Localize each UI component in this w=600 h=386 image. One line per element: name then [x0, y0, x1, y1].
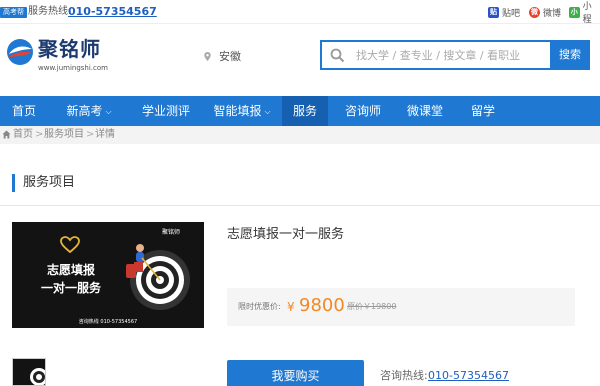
main-nav: 首页 新高考 ⌵ 学业测评 智能填报 ⌵ 服务 咨询师 微课堂 留学 [0, 96, 600, 126]
social-label-mini-program: 小程 [582, 2, 592, 25]
hotline-label: 服务热线: [28, 6, 72, 17]
nav-item-service[interactable]: 服务 [282, 96, 328, 126]
nav-item-micro-class[interactable]: 微课堂 [396, 96, 454, 126]
tieba-icon: 贴 [488, 6, 499, 18]
nav-item-label: 学业测评 [141, 104, 190, 118]
nav-item-label: 微课堂 [406, 104, 443, 118]
nav-item-label: 首页 [11, 104, 36, 118]
nav-item-assessment[interactable]: 学业测评 [130, 96, 202, 126]
site-logo[interactable]: 聚铭师 www.jumingshi.com [6, 34, 116, 84]
breadcrumb-current: 详情 [95, 129, 115, 140]
target-icon [126, 244, 190, 310]
nav-item-new-gaokao[interactable]: 新高考 ⌵ [48, 96, 130, 126]
target-icon [30, 368, 45, 385]
section-title: 服务项目 [12, 174, 75, 192]
nav-item-label: 留学 [470, 104, 495, 118]
location-pin-icon [204, 51, 211, 61]
top-bar: 高考帮 服务热线: 010-57354567 贴 贴吧 微 微博 小 小程 [0, 0, 600, 25]
logo-url: www.jumingshi.com [38, 64, 108, 72]
section-divider [0, 205, 600, 206]
breadcrumb-services[interactable]: 服务项目 [44, 126, 84, 144]
search-icon [330, 48, 345, 63]
breadcrumb-separator: > [86, 129, 95, 140]
social-link-tieba[interactable]: 贴 贴吧 [488, 5, 520, 19]
search-bar: 搜索 [320, 40, 590, 70]
original-price: 原价￥19800 [347, 302, 397, 311]
price-currency: ¥ [287, 300, 295, 314]
search-button[interactable]: 搜索 [550, 40, 590, 70]
chevron-down-icon: ⌵ [264, 107, 271, 116]
product-image-footer: 咨询热线 010-57354567 [78, 319, 138, 325]
heart-icon [60, 236, 80, 254]
breadcrumb: 首页 > 服务项目 > 详情 [0, 126, 600, 144]
nav-item-label: 智能填报 [213, 104, 262, 118]
location-label: 安徽 [219, 50, 241, 63]
hotline-number[interactable]: 010-57354567 [68, 4, 157, 19]
social-link-mini-program[interactable]: 小 小程 [569, 2, 600, 25]
nav-item-label: 新高考 [66, 104, 103, 118]
product-thumbnail[interactable] [12, 358, 46, 386]
gaokaobang-badge[interactable]: 高考帮 [0, 7, 27, 18]
location-selector[interactable]: 安徽 [204, 48, 241, 64]
nav-item-home[interactable]: 首页 [0, 96, 48, 126]
weibo-icon: 微 [529, 6, 540, 18]
consult-label: 咨询热线: [380, 369, 428, 382]
logo-mark-icon [7, 39, 33, 65]
home-icon [2, 130, 11, 139]
product-image-line-2: 一对一服务 [40, 281, 101, 295]
price-label: 限时优惠价: [238, 302, 281, 311]
mini-program-icon: 小 [569, 6, 580, 18]
product-image-line-1: 志愿填报 [46, 263, 95, 277]
breadcrumb-separator: > [35, 129, 44, 140]
social-link-weibo[interactable]: 微 微博 [529, 5, 561, 19]
breadcrumb-home[interactable]: 首页 [13, 126, 33, 144]
price-amount: 9800 [299, 295, 345, 316]
consult-number[interactable]: 010-57354567 [428, 369, 509, 383]
nav-item-label: 服务 [292, 104, 317, 118]
site-header: 聚铭师 www.jumingshi.com 安徽 搜索 [0, 24, 600, 96]
nav-item-consultant[interactable]: 咨询师 [334, 96, 392, 126]
product-title: 志愿填报一对一服务 [227, 227, 345, 242]
social-label-tieba: 贴吧 [502, 8, 521, 19]
nav-item-study-abroad[interactable]: 留学 [458, 96, 508, 126]
search-input[interactable] [356, 44, 548, 66]
social-label-weibo: 微博 [543, 8, 562, 19]
nav-item-smart-filling[interactable]: 智能填报 ⌵ [202, 96, 282, 126]
product-image: 志愿填报 一对一服务 聚铭师 咨询热线 010-57354567 [12, 222, 204, 328]
nav-item-label: 咨询师 [344, 104, 381, 118]
price-box: 限时优惠价: ¥ 9800 原价￥19800 [227, 288, 575, 326]
logo-name: 聚铭师 [38, 37, 101, 61]
chevron-down-icon: ⌵ [105, 107, 112, 116]
buy-button[interactable]: 我要购买 [227, 360, 364, 386]
